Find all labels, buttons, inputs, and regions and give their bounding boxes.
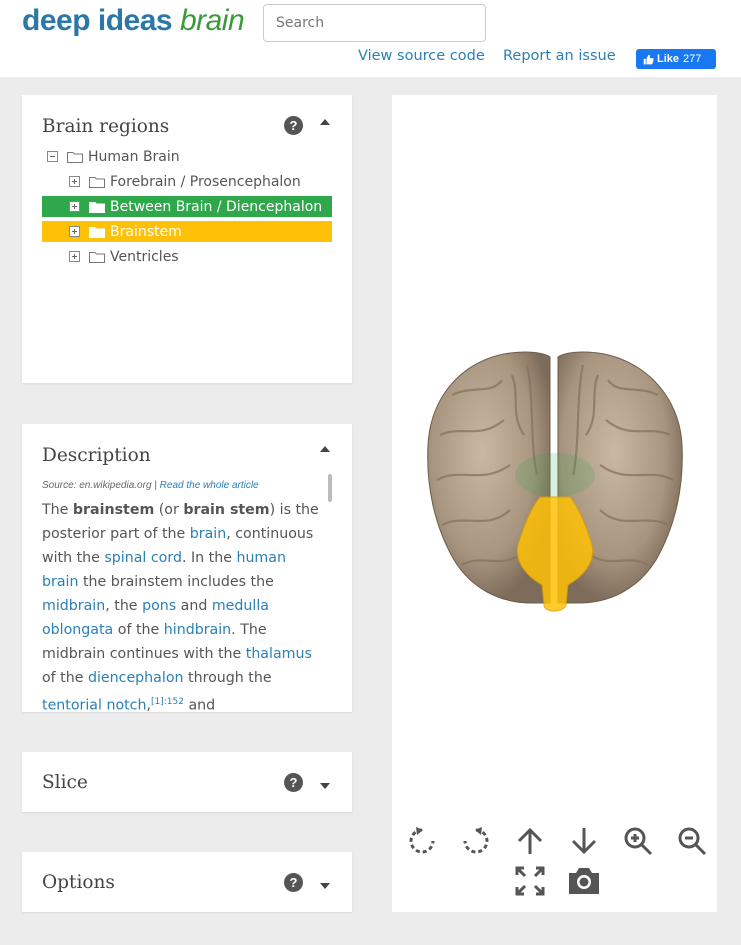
expand-plus-icon[interactable]	[69, 176, 80, 187]
tree-item-label: Ventricles	[110, 248, 179, 265]
description-panel: Description Source: en.wikipedia.org | R…	[22, 424, 352, 714]
description-text: The brainstem (or brain stem) is the pos…	[42, 498, 324, 714]
diencephalon-highlight[interactable]	[515, 453, 595, 497]
expand-caret-icon[interactable]	[320, 883, 330, 889]
expand-plus-icon[interactable]	[69, 201, 80, 212]
expand-plus-icon[interactable]	[69, 251, 80, 262]
text-span: The	[42, 502, 73, 518]
arrow-down-icon[interactable]	[568, 825, 600, 857]
text-span: and	[176, 598, 212, 614]
logo-deep: deep	[22, 4, 91, 37]
bold-term: brainstem	[72, 502, 155, 518]
tree-item[interactable]: Forebrain / Prosencephalon	[69, 171, 301, 192]
tree-item[interactable]: Ventricles	[69, 246, 179, 267]
thumbs-up-icon	[643, 54, 654, 64]
text-span: the brainstem includes the	[78, 574, 274, 590]
collapse-caret-icon[interactable]	[320, 446, 330, 452]
wiki-link-brain[interactable]: brain	[190, 526, 226, 542]
text-span: , the	[105, 598, 143, 614]
wiki-link-hindbrain[interactable]: hindbrain	[164, 622, 231, 638]
source-prefix: Source: en.wikipedia.org |	[42, 480, 157, 491]
report-issue-link[interactable]: Report an issue	[503, 48, 616, 64]
expand-caret-icon[interactable]	[320, 783, 330, 789]
text-span: and	[183, 697, 216, 714]
zoom-out-icon[interactable]	[676, 825, 708, 857]
fullscreen-icon[interactable]	[514, 865, 546, 897]
wiki-link-midbrain[interactable]: midbrain	[42, 598, 105, 614]
arrow-up-icon[interactable]	[514, 825, 546, 857]
tree-item-label: Brainstem	[110, 223, 182, 240]
fb-like-count: 277	[683, 53, 702, 65]
wiki-link-spinal-cord[interactable]: spinal cord	[104, 550, 182, 566]
folder-icon	[89, 176, 105, 188]
fb-like-label: Like	[657, 53, 680, 65]
collapse-minus-icon[interactable]	[47, 151, 58, 162]
citation-ref[interactable]: [1]:152	[151, 697, 184, 707]
wiki-link-pons[interactable]: pons	[142, 598, 176, 614]
folder-icon	[89, 201, 105, 213]
bold-term: brain stem	[183, 502, 270, 518]
read-article-link[interactable]: Read the whole article	[160, 480, 259, 491]
options-title: Options	[42, 872, 115, 893]
brain-3d-viewer[interactable]	[392, 95, 717, 912]
brain-regions-panel: Brain regions ? Human Brain Forebrain / P…	[22, 95, 352, 383]
description-title: Description	[42, 445, 151, 466]
text-span: through the	[183, 670, 272, 686]
slice-panel[interactable]: Slice ?	[22, 752, 352, 812]
tree-item-label: Between Brain / Diencephalon	[110, 198, 323, 215]
help-icon[interactable]: ?	[284, 116, 303, 135]
tree-item[interactable]: Between Brain / Diencephalon	[42, 196, 332, 217]
help-icon[interactable]: ?	[284, 773, 303, 792]
wiki-link-tentorial-notch[interactable]: tentorial notch	[42, 698, 146, 714]
folder-icon	[89, 226, 105, 238]
facebook-like-button[interactable]: Like 277	[636, 49, 716, 69]
slice-title: Slice	[42, 772, 88, 793]
logo-brain: brain	[179, 4, 245, 37]
zoom-in-icon[interactable]	[622, 825, 654, 857]
view-source-link[interactable]: View source code	[358, 48, 485, 64]
text-span: of the	[42, 670, 88, 686]
text-span: (or	[154, 502, 184, 518]
wiki-link-diencephalon[interactable]: diencephalon	[88, 670, 184, 686]
brain-model[interactable]	[392, 95, 717, 655]
search-input[interactable]	[263, 4, 486, 42]
wiki-link-thalamus[interactable]: thalamus	[246, 646, 312, 662]
logo-ideas: ideas	[97, 4, 173, 37]
collapse-caret-icon[interactable]	[320, 119, 330, 125]
options-panel[interactable]: Options ?	[22, 852, 352, 912]
folder-icon	[89, 251, 105, 263]
tree-item[interactable]: Human Brain	[47, 146, 180, 167]
tree-item-label: Human Brain	[88, 148, 180, 165]
rotate-right-icon[interactable]	[460, 825, 492, 857]
folder-icon	[67, 151, 83, 163]
rotate-left-icon[interactable]	[406, 825, 438, 857]
tree-item-label: Forebrain / Prosencephalon	[110, 173, 301, 190]
tree-item[interactable]: Brainstem	[42, 221, 332, 242]
logo[interactable]: deep ideas brain	[22, 4, 245, 38]
header: deep ideas brain View source code Report…	[0, 0, 741, 77]
expand-plus-icon[interactable]	[69, 226, 80, 237]
help-icon[interactable]: ?	[284, 873, 303, 892]
description-scrollbar[interactable]	[328, 474, 332, 502]
brain-regions-title: Brain regions	[42, 116, 170, 137]
text-span: . In the	[181, 550, 237, 566]
text-span: of the	[113, 622, 164, 638]
description-source: Source: en.wikipedia.org | Read the whol…	[42, 480, 259, 491]
camera-icon[interactable]	[566, 863, 602, 897]
